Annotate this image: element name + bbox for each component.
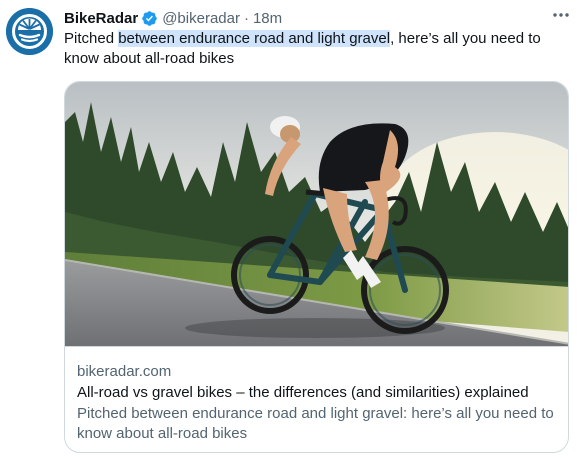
selected-text-highlight: between endurance road and light gravel — [118, 30, 391, 47]
card-divider — [65, 346, 568, 347]
tweet-text-start: Pitched — [64, 30, 119, 47]
bikeradar-logo-icon — [6, 8, 53, 55]
more-options-icon — [553, 13, 569, 17]
tweet-text: Pitched between endurance road and light… — [64, 29, 564, 69]
tweet-header: BikeRadar @bikeradar · 18m — [64, 8, 282, 28]
card-title[interactable]: All-road vs gravel bikes – the differenc… — [77, 383, 557, 403]
avatar[interactable] — [6, 8, 53, 55]
card-description: Pitched between endurance road and light… — [77, 405, 554, 442]
card-domain: bikeradar.com — [77, 363, 172, 380]
separator-dot: · — [243, 9, 249, 27]
more-options-button[interactable] — [548, 5, 574, 25]
link-preview-card[interactable]: bikeradar.com All-road vs gravel bikes –… — [64, 81, 569, 453]
author-handle[interactable]: @bikeradar — [162, 10, 240, 27]
cyclist-photo — [65, 82, 568, 346]
author-name[interactable]: BikeRadar — [64, 10, 138, 27]
verified-badge-icon — [142, 10, 157, 26]
tweet-timestamp[interactable]: 18m — [253, 10, 282, 27]
